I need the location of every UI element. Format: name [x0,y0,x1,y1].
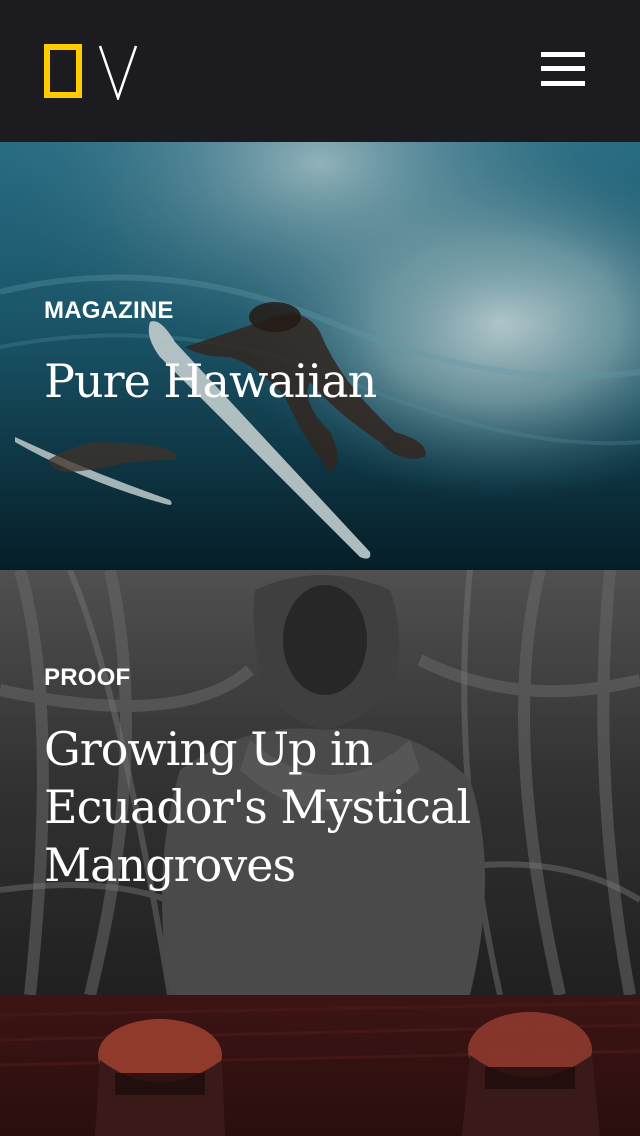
turbaned-figures-photo [0,995,640,1136]
story-category: PROOF [44,664,131,691]
story-card-mangroves[interactable]: PROOF Growing Up in Ecuador's Mystical M… [0,570,640,995]
logo[interactable] [44,44,140,100]
story-card-pure-hawaiian[interactable]: MAGAZINE Pure Hawaiian [0,142,640,570]
menu-bar [541,81,585,86]
menu-bar [541,66,585,71]
letter-v-icon [98,45,138,100]
app: MAGAZINE Pure Hawaiian PROOF Growing Up … [0,0,640,1136]
story-card-next[interactable] [0,995,640,1136]
header [0,0,640,142]
hamburger-menu-icon[interactable] [538,50,588,90]
yellow-border-icon [44,44,82,98]
story-title: Growing Up in Ecuador's Mystical Mangrov… [44,722,471,892]
story-category: MAGAZINE [44,297,174,324]
menu-bar [541,52,585,57]
story-title: Pure Hawaiian [44,354,377,408]
